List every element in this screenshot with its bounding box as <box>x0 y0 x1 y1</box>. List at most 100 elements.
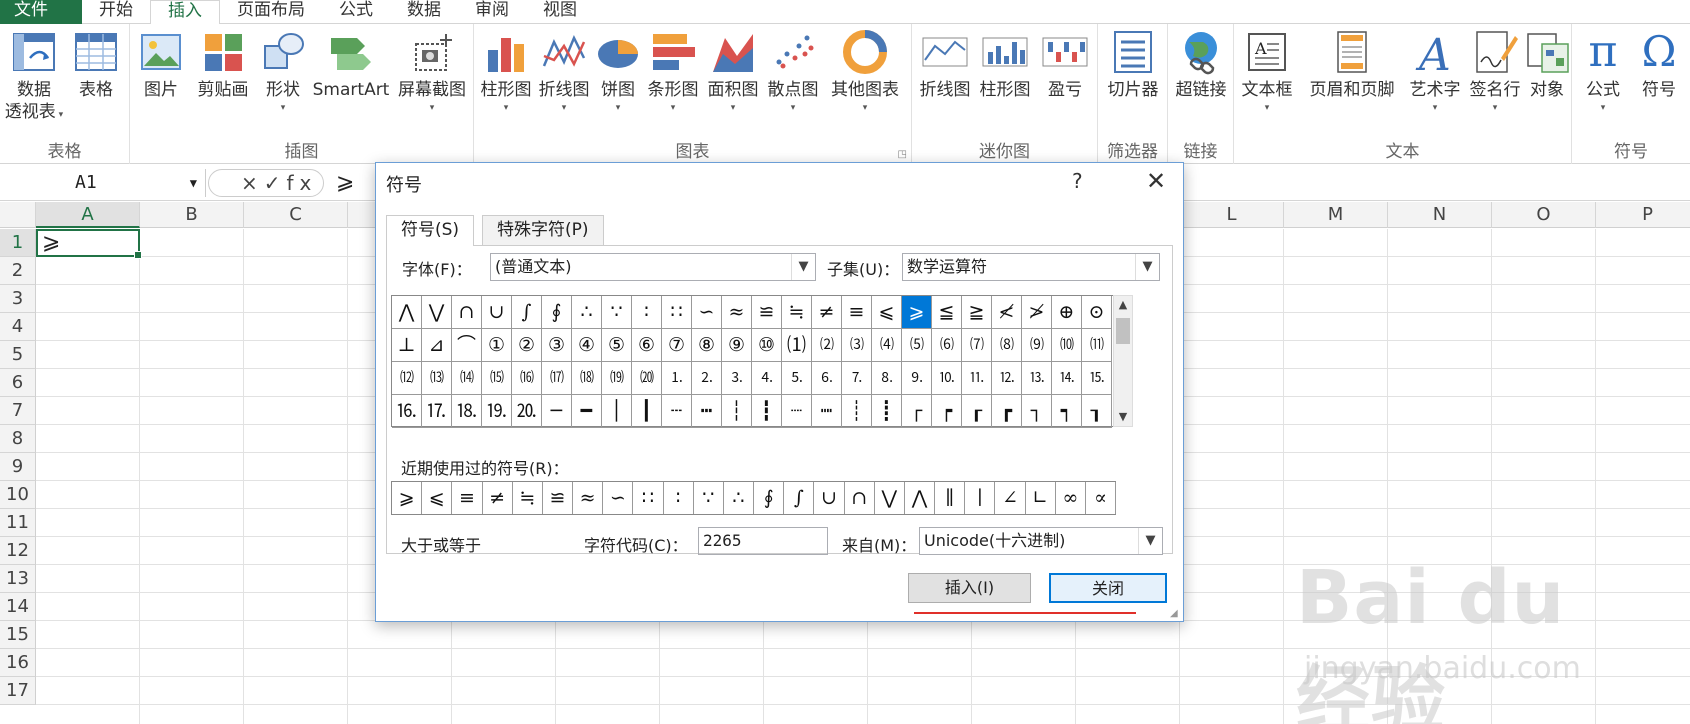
symbol-cell[interactable]: ⑻ <box>992 329 1022 362</box>
symbol-cell[interactable]: ⒘ <box>422 395 452 428</box>
slicer-button[interactable]: 切片器 <box>1102 28 1164 102</box>
from-select[interactable]: Unicode(十六进制) ▼ <box>919 527 1163 555</box>
smartart-button[interactable]: SmartArt <box>310 28 392 102</box>
recent-symbol-cell[interactable]: ≠ <box>483 482 513 514</box>
symbol-cell[interactable]: ⑿ <box>392 362 422 395</box>
formula-input[interactable]: ⩾ <box>336 169 354 197</box>
symbol-cell[interactable]: ≒ <box>782 296 812 329</box>
picture-button[interactable]: 图片 <box>136 28 186 102</box>
symbol-cell[interactable]: ⒃ <box>512 362 542 395</box>
symbol-cell[interactable]: ≡ <box>842 296 872 329</box>
recent-symbol-cell[interactable]: ∽ <box>603 482 634 514</box>
other-chart-button[interactable]: 其他图表 ▾ <box>824 28 906 114</box>
symbol-cell[interactable]: ┍ <box>932 395 962 428</box>
symbol-cell[interactable]: ≠ <box>812 296 842 329</box>
symbol-cell[interactable]: │ <box>602 395 632 428</box>
symbol-cell[interactable]: ⑵ <box>812 329 842 362</box>
symbol-grid-scrollbar[interactable]: ▲ ▼ <box>1113 295 1133 427</box>
symbol-cell[interactable]: ⒔ <box>1022 362 1052 395</box>
symbol-cell[interactable]: ⒒ <box>962 362 992 395</box>
recent-symbol-cell[interactable]: ⋁ <box>875 482 905 514</box>
close-button[interactable]: 关闭 <box>1049 573 1167 603</box>
help-icon[interactable]: ? <box>1072 169 1083 193</box>
row-header[interactable]: 4 <box>0 313 36 341</box>
symbol-cell[interactable]: ┌ <box>902 395 932 428</box>
symbol-cell[interactable]: ∮ <box>542 296 572 329</box>
font-select[interactable]: (普通文本) ▼ <box>490 253 816 281</box>
symbol-cell[interactable]: ⒁ <box>452 362 482 395</box>
clipart-button[interactable]: 剪贴画 <box>190 28 256 102</box>
symbol-cell[interactable]: ⑦ <box>662 329 692 362</box>
column-header[interactable]: B <box>140 202 244 228</box>
symbol-cell[interactable]: ┎ <box>962 395 992 428</box>
column-header[interactable]: L <box>1180 202 1284 228</box>
symbol-cell[interactable]: ┇ <box>752 395 782 428</box>
symbol-cell[interactable]: ⑾ <box>1082 329 1112 362</box>
symbol-cell[interactable]: ┅ <box>692 395 722 428</box>
symbol-cell[interactable]: ∫ <box>512 296 542 329</box>
signature-line-button[interactable]: 签名行 ▾ <box>1466 28 1524 114</box>
row-header[interactable]: 7 <box>0 397 36 425</box>
recent-symbol-cell[interactable]: ∵ <box>694 482 724 514</box>
symbol-cell[interactable]: ∵ <box>602 296 632 329</box>
symbol-button[interactable]: Ω 符号 <box>1632 28 1686 102</box>
pie-chart-button[interactable]: 饼图 ▾ <box>594 28 642 114</box>
subset-select[interactable]: 数学运算符 ▼ <box>902 253 1160 281</box>
symbol-cell[interactable]: ━ <box>572 395 602 428</box>
recent-symbol-cell[interactable]: ⋀ <box>905 482 936 514</box>
header-footer-button[interactable]: 页眉和页脚 <box>1300 28 1404 102</box>
symbol-cell[interactable]: ⑷ <box>872 329 902 362</box>
symbol-cell[interactable]: ⒄ <box>542 362 572 395</box>
select-all-corner[interactable] <box>0 202 36 228</box>
resize-grip-icon[interactable]: ◢ <box>1170 608 1182 620</box>
recent-symbol-cell[interactable]: ∥ <box>935 482 966 514</box>
symbol-cell[interactable]: ⒏ <box>872 362 902 395</box>
symbol-cell[interactable]: ⩾ <box>902 296 932 329</box>
symbol-cell[interactable]: ⩽ <box>872 296 902 329</box>
symbol-cell[interactable]: ⒚ <box>482 395 512 428</box>
row-header[interactable]: 3 <box>0 285 36 313</box>
recent-symbol-cell[interactable]: ∫ <box>784 482 815 514</box>
symbol-cell[interactable]: ∴ <box>572 296 602 329</box>
symbol-cell[interactable]: ∪ <box>482 296 512 329</box>
symbol-cell[interactable]: ⒍ <box>812 362 842 395</box>
tab-insert[interactable]: 插入 <box>150 0 220 25</box>
symbol-cell[interactable]: ⑺ <box>962 329 992 362</box>
recent-symbol-cell[interactable]: ≒ <box>513 482 543 514</box>
tab-file[interactable]: 文件 <box>0 0 82 24</box>
recent-symbol-cell[interactable]: ⩽ <box>422 482 453 514</box>
symbol-cell[interactable]: ⒕ <box>1052 362 1082 395</box>
tab-page-layout[interactable]: 页面布局 <box>220 0 322 24</box>
symbol-cell[interactable]: ≮ <box>992 296 1022 329</box>
symbol-cell[interactable]: ┋ <box>872 395 902 428</box>
column-header[interactable]: A <box>36 202 140 228</box>
symbol-cell[interactable]: ┆ <box>722 395 752 428</box>
symbol-cell[interactable]: ⒌ <box>782 362 812 395</box>
symbol-cell[interactable]: ⑶ <box>842 329 872 362</box>
symbol-cell[interactable]: ⑧ <box>692 329 722 362</box>
symbol-cell[interactable]: ┈ <box>782 395 812 428</box>
symbol-cell[interactable]: ≌ <box>752 296 782 329</box>
column-header[interactable]: P <box>1596 202 1690 228</box>
recent-symbol-cell[interactable]: ∣ <box>965 482 996 514</box>
recent-symbol-cell[interactable]: ∷ <box>633 482 664 514</box>
symbol-cell[interactable]: ⒅ <box>572 362 602 395</box>
symbol-cell[interactable]: ⒖ <box>1082 362 1112 395</box>
row-header[interactable]: 16 <box>0 649 36 677</box>
column-header[interactable]: N <box>1388 202 1492 228</box>
object-button[interactable]: 对象 <box>1524 28 1570 102</box>
active-cell-a1[interactable]: ⩾ <box>36 229 142 259</box>
row-header[interactable]: 6 <box>0 369 36 397</box>
symbol-cell[interactable]: ⒋ <box>752 362 782 395</box>
symbol-cell[interactable]: ≦ <box>932 296 962 329</box>
symbol-cell[interactable]: ⑨ <box>722 329 752 362</box>
symbol-cell[interactable]: ⌒ <box>452 329 482 362</box>
recent-symbol-cell[interactable]: ∮ <box>754 482 785 514</box>
recent-symbol-cell[interactable]: ∪ <box>814 482 845 514</box>
hyperlink-button[interactable]: 超链接 <box>1170 28 1232 102</box>
chevron-down-icon[interactable]: ▼ <box>1138 528 1162 554</box>
scroll-down-icon[interactable]: ▼ <box>1114 408 1132 426</box>
recent-symbol-cell[interactable]: ⩾ <box>392 482 423 514</box>
sparkline-winloss-button[interactable]: 盈亏 <box>1036 28 1094 102</box>
symbol-cell[interactable]: ⋀ <box>392 296 422 329</box>
